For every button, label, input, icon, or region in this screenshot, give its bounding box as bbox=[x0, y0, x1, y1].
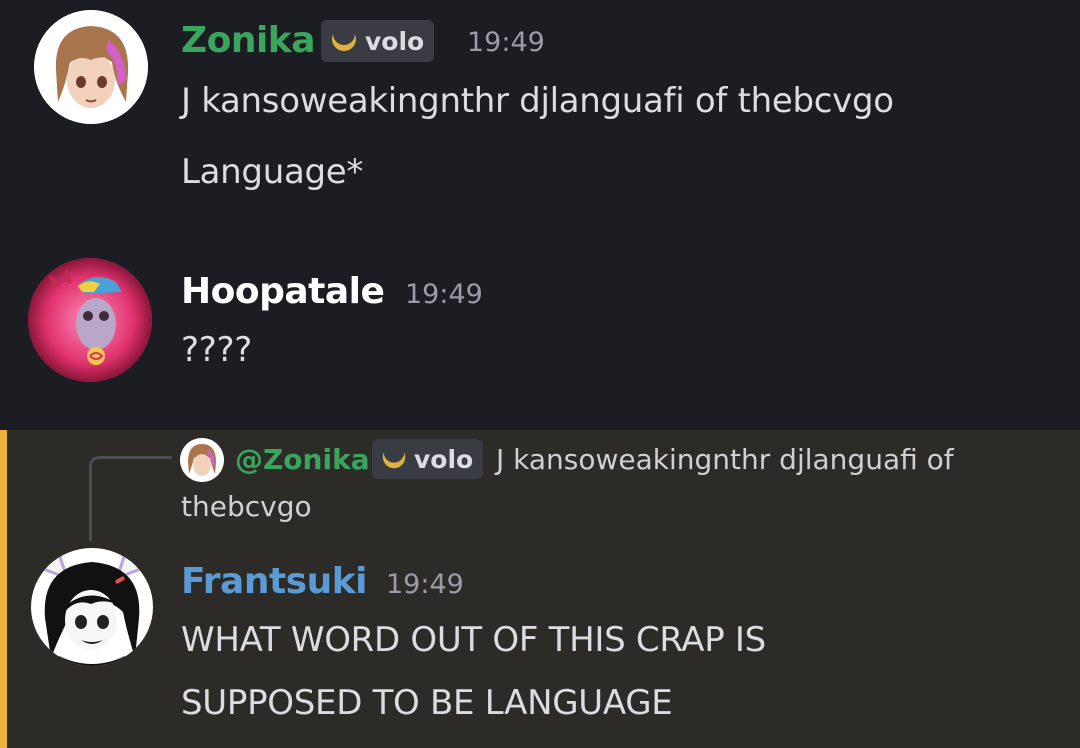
timestamp: 19:49 bbox=[467, 27, 545, 58]
reply-mention[interactable]: @Zonika bbox=[235, 443, 370, 476]
message-text-line: J kansoweakingnthr djlanguafi of thebcvg… bbox=[181, 81, 894, 121]
author-name[interactable]: Hoopatale bbox=[181, 271, 385, 312]
reply-connector bbox=[89, 456, 172, 541]
server-tag[interactable]: volo bbox=[321, 20, 435, 62]
avatar-hoopatale[interactable] bbox=[28, 258, 152, 382]
avatar-frantsuki[interactable] bbox=[31, 548, 153, 666]
message-text-line: WHAT WORD OUT OF THIS CRAP IS bbox=[181, 620, 766, 660]
timestamp: 19:49 bbox=[405, 279, 483, 310]
message-text-line: Language* bbox=[181, 152, 364, 192]
reply-server-tag[interactable]: volo bbox=[372, 439, 484, 479]
message-text-line: ???? bbox=[181, 330, 252, 370]
author-name[interactable]: Zonika bbox=[181, 20, 316, 61]
author-name[interactable]: Frantsuki bbox=[181, 561, 368, 602]
reply-avatar-zonika[interactable] bbox=[180, 438, 224, 482]
moon-icon bbox=[329, 23, 359, 58]
reply-preview-line[interactable]: thebcvgo bbox=[181, 490, 312, 523]
chat-log: Zonika volo 19:49 J kansoweakingnthr djl… bbox=[0, 0, 1080, 748]
tag-label: volo bbox=[414, 444, 474, 474]
reply-preview-line[interactable]: J kansoweakingnthr djlanguafi of bbox=[496, 443, 954, 476]
moon-icon bbox=[380, 442, 408, 475]
timestamp: 19:49 bbox=[386, 569, 464, 600]
mention-highlight-bar bbox=[0, 430, 7, 748]
message-text-line: SUPPOSED TO BE LANGUAGE bbox=[181, 683, 673, 723]
avatar-zonika[interactable] bbox=[34, 10, 148, 124]
tag-label: volo bbox=[365, 26, 425, 56]
